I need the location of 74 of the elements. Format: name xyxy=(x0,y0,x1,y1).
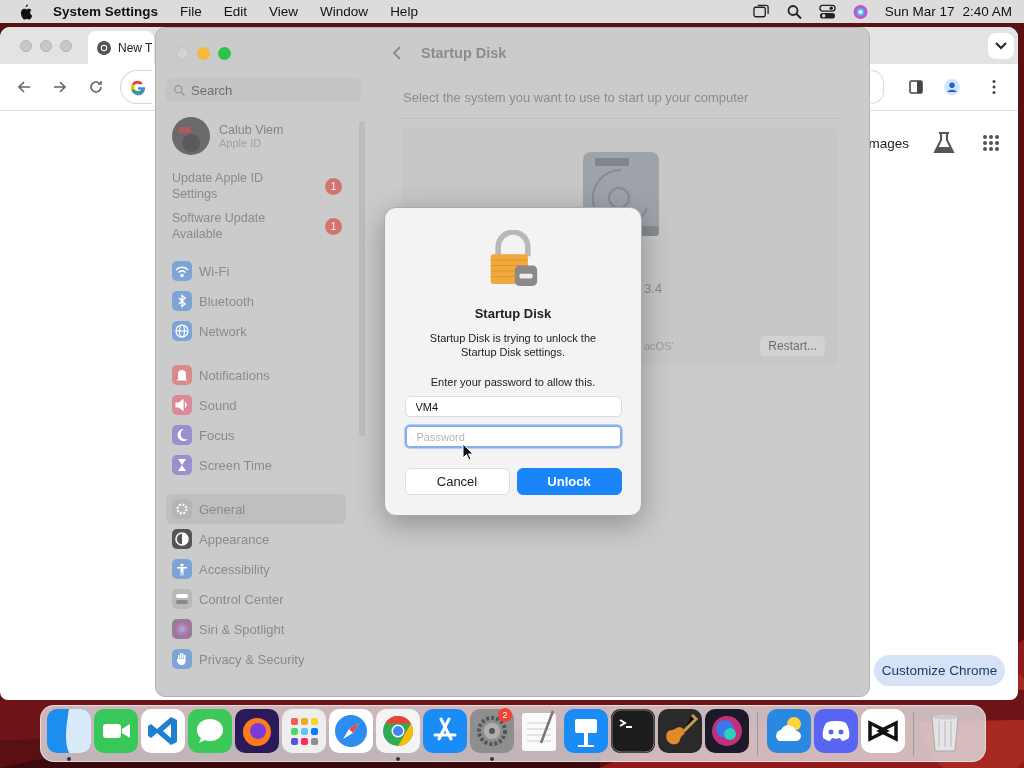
bell-icon xyxy=(172,365,192,385)
menu-item[interactable]: Window xyxy=(320,4,369,19)
sidebar-item[interactable]: Focus xyxy=(166,420,346,450)
multicolor-ring-icon xyxy=(129,78,147,96)
side-panel-icon[interactable] xyxy=(908,79,924,95)
dialog-title: Startup Disk xyxy=(474,306,552,321)
apps-grid-icon[interactable] xyxy=(982,134,1000,152)
speaker-icon xyxy=(172,395,192,415)
person-icon xyxy=(172,559,192,579)
customize-chrome-button[interactable]: Customize Chrome xyxy=(874,655,1005,686)
sidebar-item[interactable]: Sound xyxy=(166,390,346,420)
sidebar-item[interactable]: Control Center xyxy=(166,584,346,614)
notification-count: 2 xyxy=(498,708,512,722)
gear-icon[interactable] xyxy=(469,709,514,761)
cancel-button[interactable]: Cancel xyxy=(404,468,510,495)
time-text[interactable]: 2:40 AM xyxy=(962,4,1012,19)
sidebar-item[interactable]: Accessibility xyxy=(166,554,346,584)
toggles-icon xyxy=(172,589,192,609)
search-icon xyxy=(173,84,186,97)
instruction-text: Select the system you want to use to start up your computer xyxy=(403,90,750,105)
menu-item[interactable]: File xyxy=(180,4,202,19)
sidebar-item[interactable]: Siri & Spotlight xyxy=(166,614,346,644)
two-tone-square-icon[interactable] xyxy=(46,709,91,761)
sidebar-item[interactable]: Notifications xyxy=(166,360,346,390)
account-name[interactable]: Calub Viem xyxy=(219,123,284,137)
sidebar-item[interactable]: Wi-Fi xyxy=(166,256,346,286)
menu-item[interactable]: Help xyxy=(390,4,418,19)
search-field[interactable]: Search xyxy=(166,78,361,102)
password-field[interactable]: Password xyxy=(404,425,622,448)
orb-icon xyxy=(172,619,192,639)
caret-icon xyxy=(995,41,1007,50)
notice-item[interactable]: Software Update Available xyxy=(172,210,292,242)
globe-icon xyxy=(172,321,192,341)
tab-list-button[interactable] xyxy=(988,32,1014,59)
avatar-icon[interactable] xyxy=(172,117,210,155)
windows-icon[interactable] xyxy=(752,3,770,20)
window-title: Startup Disk xyxy=(421,45,507,61)
sidebar-item[interactable]: Bluetooth xyxy=(166,286,346,316)
app-menu[interactable]: System Settings xyxy=(53,4,159,19)
hourglass-icon xyxy=(172,455,192,475)
password-prompt: Enter your password to allow this. xyxy=(430,376,596,388)
unlock-button[interactable]: Unlock xyxy=(516,468,622,495)
toggles-icon[interactable] xyxy=(818,3,836,20)
dialog-message: Startup Disk is trying to unlock the Startup Disk settings. xyxy=(428,331,598,359)
gear-icon xyxy=(172,499,192,519)
browser-tab[interactable]: New T xyxy=(88,31,155,64)
flask-icon[interactable] xyxy=(933,131,955,155)
forward-arrow-icon[interactable] xyxy=(52,79,68,95)
reload-icon[interactable] xyxy=(88,79,104,95)
search-icon[interactable] xyxy=(785,3,803,20)
more-menu-icon[interactable] xyxy=(992,79,996,95)
notice-item[interactable]: Update Apple ID Settings xyxy=(172,170,292,202)
bluetooth-icon xyxy=(172,291,192,311)
version-text: 3.4 xyxy=(644,281,663,296)
back-arrow-icon[interactable] xyxy=(16,79,32,95)
wifi-icon xyxy=(172,261,192,281)
moon-icon xyxy=(172,425,192,445)
back-chevron-icon[interactable] xyxy=(393,46,401,60)
apple-icon[interactable] xyxy=(18,3,33,20)
sidebar-item[interactable]: Appearance xyxy=(166,524,346,554)
notification-count: 1 xyxy=(325,177,342,195)
username-field[interactable]: VM4 xyxy=(404,396,622,417)
menu-item[interactable]: View xyxy=(269,4,299,19)
mouse-pointer-icon xyxy=(462,443,474,461)
sidebar-item[interactable]: Screen Time xyxy=(166,450,346,480)
sidebar-item[interactable]: Network xyxy=(166,316,346,346)
half-circle-icon xyxy=(172,529,192,549)
menu-item[interactable]: Edit xyxy=(223,4,248,19)
profile-icon[interactable] xyxy=(944,79,960,95)
hand-icon xyxy=(172,649,192,669)
notification-count: 1 xyxy=(325,217,342,235)
date-text[interactable]: Sun Mar 17 xyxy=(884,4,955,19)
restart-button[interactable]: Restart... xyxy=(760,336,825,356)
sidebar-item[interactable]: Privacy & Security xyxy=(166,644,346,674)
